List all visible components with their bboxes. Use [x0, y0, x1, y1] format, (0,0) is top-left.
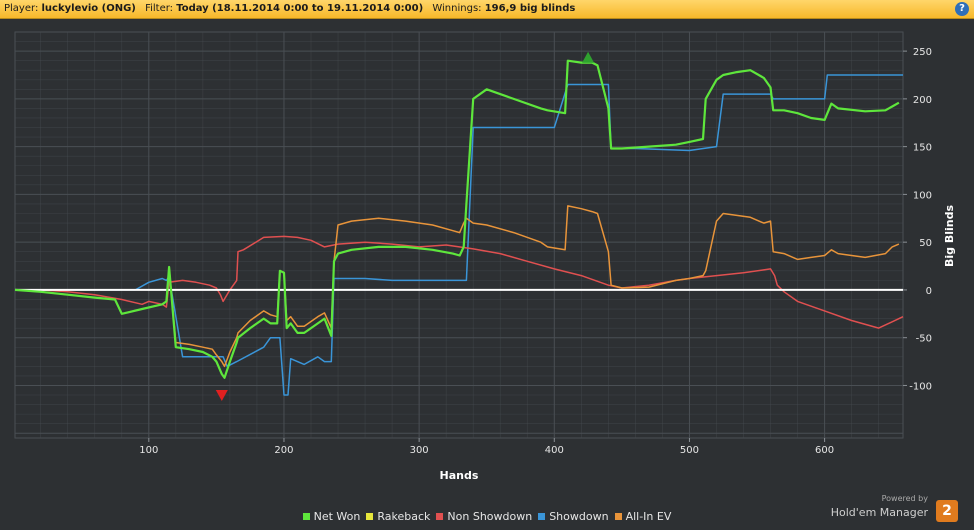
chart-series — [14, 59, 904, 396]
legend-swatch — [538, 513, 546, 520]
marker-min — [215, 390, 228, 402]
x-tick-label: 100 — [139, 445, 158, 456]
x-axis-label: Hands — [440, 469, 479, 482]
y-tick-label: 0 — [926, 286, 932, 297]
filter-label: Filter: — [145, 3, 174, 14]
legend-label: Net Won — [313, 510, 361, 523]
y-tick-label: 50 — [919, 238, 932, 249]
y-tick-label: -100 — [909, 381, 932, 392]
product-name: Hold'em Manager — [830, 506, 928, 519]
player-label: Player: — [4, 3, 39, 14]
powered-by-text: Powered by — [881, 494, 928, 503]
chart-legend: Net Won Rakeback Non Showdown Showdown All-I… — [0, 510, 974, 523]
y-tick-label: 250 — [913, 47, 932, 58]
y-tick-label: 200 — [913, 95, 932, 106]
chart-markers — [215, 51, 595, 402]
filter-value: Today (18.11.2014 0:00 to 19.11.2014 0:0… — [176, 3, 424, 14]
legend-swatch — [436, 513, 444, 520]
legend-item-rakeback[interactable]: Rakeback — [366, 510, 430, 523]
winnings-value: 196,9 big blinds — [484, 3, 576, 14]
legend-item-non-showdown[interactable]: Non Showdown — [436, 510, 532, 523]
filter-info: Player: luckylevio (ONG) Filter: Today (… — [4, 3, 581, 15]
x-tick-label: 300 — [410, 445, 429, 456]
x-tick-label: 400 — [545, 445, 564, 456]
legend-label: Non Showdown — [447, 510, 533, 523]
legend-swatch — [302, 513, 310, 520]
legend-item-net-won[interactable]: Net Won — [302, 510, 361, 523]
y-axis-label: Big Blinds — [943, 205, 956, 267]
series-allin-ev — [14, 205, 900, 368]
legend-label: Showdown — [549, 510, 609, 523]
graph-chart: 100 200 300 400 500 600 -100 -50 0 50 100 150 200 250… — [14, 31, 956, 482]
plot-border — [14, 31, 904, 439]
y-tick-label: 100 — [913, 190, 932, 201]
winnings-label: Winnings: — [432, 3, 482, 14]
marker-max — [582, 51, 595, 63]
legend-swatch — [614, 513, 622, 520]
y-tick-label: -50 — [916, 334, 932, 345]
legend-item-allin-ev[interactable]: All-In EV — [614, 510, 672, 523]
y-tick-label: 150 — [913, 143, 932, 154]
help-icon[interactable]: ? — [955, 2, 969, 16]
hm2-logo-icon: 2 — [936, 500, 958, 522]
chart-grid — [14, 31, 904, 439]
legend-item-showdown[interactable]: Showdown — [538, 510, 609, 523]
legend-label: Rakeback — [377, 510, 431, 523]
x-tick-label: 600 — [815, 445, 834, 456]
x-tick-label: 500 — [680, 445, 699, 456]
player-value: luckylevio (ONG) — [41, 3, 136, 14]
legend-swatch — [366, 513, 374, 520]
legend-label: All-In EV — [625, 510, 672, 523]
filter-info-bar: Player: luckylevio (ONG) Filter: Today (… — [0, 0, 974, 19]
x-tick-label: 200 — [274, 445, 293, 456]
